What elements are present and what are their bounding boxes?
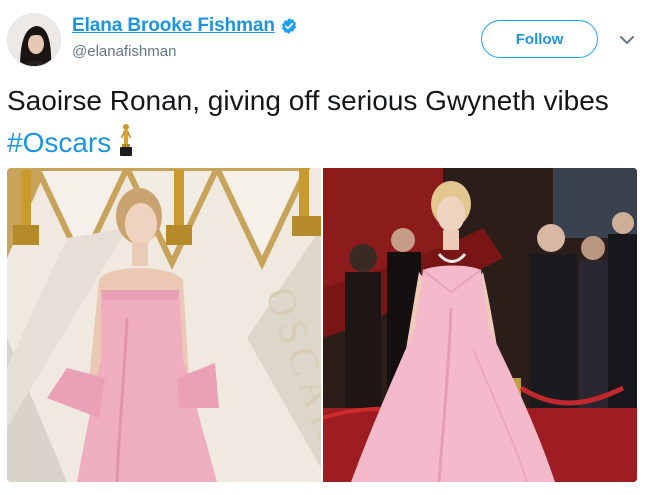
chevron-down-icon[interactable] [617,30,637,50]
photo-gwyneth[interactable] [323,168,637,482]
author-display-name[interactable]: Elana Brooke Fishman [72,15,275,37]
photo-saoirse-image: OSCARS [7,168,321,482]
photo-gwyneth-image [323,168,637,482]
tweet-body-text: Saoirse Ronan, giving off serious Gwynet… [7,85,609,116]
tweet-media: OSCARS [7,168,637,482]
author-handle[interactable]: @elanafishman [72,43,176,60]
avatar-photo [8,14,60,66]
verified-badge-icon [281,18,296,34]
tweet-header: Elana Brooke Fishman @elanafishman Follo… [0,0,650,80]
avatar[interactable] [7,13,61,67]
author-name-row: Elana Brooke Fishman [72,15,298,37]
photo-saoirse[interactable]: OSCARS [7,168,321,482]
oscar-trophy-icon [120,124,133,156]
tweet-text: Saoirse Ronan, giving off serious Gwynet… [7,82,637,162]
hashtag-link[interactable]: #Oscars [7,127,111,158]
follow-button[interactable]: Follow [481,20,598,58]
